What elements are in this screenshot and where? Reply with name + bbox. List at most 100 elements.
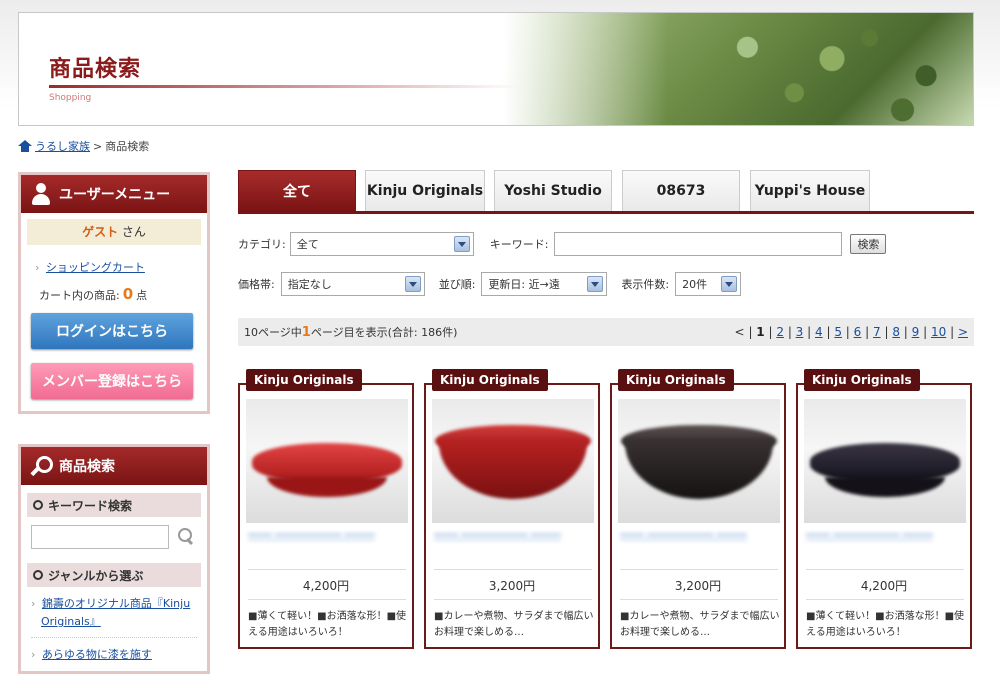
page-4[interactable]: 4 [815,325,823,339]
count-label: 表示件数: [621,278,670,291]
product-price: 4,200円 [302,579,350,593]
cart-count-unit: 点 [136,289,148,302]
shop-tabs: 全て Kinju Originals Yoshi Studio 08673 Yu… [238,170,974,214]
chevron-down-icon [404,276,421,292]
genre-section-header: ジャンルから選ぶ [27,563,201,587]
product-search-title: 商品検索 [59,459,115,475]
title-underline [49,85,519,88]
keyword-section-header: キーワード検索 [27,493,201,517]
page-6[interactable]: 6 [854,325,862,339]
guest-suffix: さん [121,225,146,239]
page-2[interactable]: 2 [776,325,784,339]
pager-text-post: ページ目を表示(合計: 186件) [310,326,458,339]
filter-row-1: カテゴリ: 全て キーワード: 検索 [238,232,887,256]
sort-select[interactable]: 更新日: 近→遠 [481,272,608,296]
search-icon [31,456,53,476]
shopping-cart-link[interactable]: ショッピングカート [46,261,145,274]
product-name-link[interactable]: ━━━━ ━━━━━━━━━━━ ━━━━━ [434,527,592,563]
card-divider [434,569,592,570]
count-value: 20件 [682,278,708,291]
login-button[interactable]: ログインはこちら [31,313,193,349]
product-image[interactable] [804,399,966,523]
tab-kinju-originals[interactable]: Kinju Originals [365,170,485,211]
sidebar-keyword-row [31,525,207,549]
shop-tag: Kinju Originals [432,369,548,391]
chevron-down-icon [721,276,738,292]
bowl-base [439,439,587,499]
breadcrumb-separator: > [93,139,103,153]
genre-divider [31,637,197,638]
product-description: ■カレーや煮物、サラダまで幅広いお料理で楽しめる… [620,611,780,638]
price-label: 価格帯: [238,278,275,291]
count-select[interactable]: 20件 [675,272,742,296]
page-10[interactable]: 10 [931,325,946,339]
breadcrumb-home-link[interactable]: うるし家族 [35,138,90,154]
price-select[interactable]: 指定なし [280,272,425,296]
product-description: ■薄くて軽い！■お洒落な形！■使える用途はいろいろ！ [248,611,407,638]
product-card[interactable]: Kinju Originals ━━━━ ━━━━━━━━━━━ ━━━━━ 3… [424,369,600,649]
banner-leaves-image [503,13,973,125]
product-name-link[interactable]: ━━━━ ━━━━━━━━━━━ ━━━━━ [620,527,778,563]
keyword-section-title: キーワード検索 [48,498,133,513]
bowl-base [267,477,387,497]
card-divider [248,569,406,570]
search-button[interactable]: 検索 [850,234,887,254]
page-3[interactable]: 3 [796,325,804,339]
product-image[interactable] [246,399,408,523]
page-7[interactable]: 7 [873,325,881,339]
user-menu-box: ユーザーメニュー ゲスト さん ショッピングカート カート内の商品:0点 ログイ… [18,172,210,414]
filter-row-2: 価格帯: 指定なし 並び順: 更新日: 近→遠 表示件数: 20件 [238,272,742,296]
tab-yoshi-studio[interactable]: Yoshi Studio [494,170,612,211]
pagination-prev: < [734,325,745,339]
tab-yuppis-house[interactable]: Yuppi's House [750,170,870,211]
product-image[interactable] [432,399,594,523]
pagination-next[interactable]: > [958,325,968,339]
sidebar-keyword-input[interactable] [31,525,169,549]
sort-value: 更新日: 近→遠 [488,278,560,291]
page-5[interactable]: 5 [834,325,842,339]
sidebar-search-icon[interactable] [175,528,193,546]
product-description: ■薄くて軽い！■お洒落な形！■使える用途はいろいろ！ [806,611,965,638]
keyword-input[interactable] [554,232,843,256]
circle-bullet-icon [33,570,43,580]
chevron-down-icon [453,236,470,252]
tab-08673[interactable]: 08673 [622,170,740,211]
product-card[interactable]: Kinju Originals ━━━━ ━━━━━━━━━━━ ━━━━━ 4… [796,369,972,649]
card-divider [620,599,778,600]
pager-current-page: 1 [301,324,311,340]
card-divider [806,599,964,600]
register-button[interactable]: メンバー登録はこちら [31,363,193,399]
tab-all[interactable]: 全て [238,170,356,211]
sort-label: 並び順: [438,278,476,291]
shop-tag: Kinju Originals [246,369,362,391]
pager-text-pre: 10ページ中 [244,326,302,339]
bowl-base [625,439,773,499]
product-name-link[interactable]: ━━━━ ━━━━━━━━━━━ ━━━━━ [248,527,406,563]
user-menu-title: ユーザーメニュー [59,187,171,203]
product-card[interactable]: Kinju Originals ━━━━ ━━━━━━━━━━━ ━━━━━ 3… [610,369,786,649]
price-value: 指定なし [287,278,332,291]
shop-tag: Kinju Originals [618,369,734,391]
cart-count-label: カート内の商品: [39,289,120,302]
user-icon [31,183,51,205]
page-9[interactable]: 9 [912,325,920,339]
shop-tag: Kinju Originals [804,369,920,391]
product-name-link[interactable]: ━━━━ ━━━━━━━━━━━ ━━━━━ [806,527,964,563]
breadcrumb-current: 商品検索 [105,140,150,153]
product-card[interactable]: Kinju Originals ━━━━ ━━━━━━━━━━━ ━━━━━ 4… [238,369,414,649]
genre-link-kinju[interactable]: 錦壽のオリジナル商品『Kinju Originals』 [41,597,190,628]
cart-count-row: カート内の商品: 0 点 [39,285,207,303]
result-pager-bar: 10ページ中 1 ページ目を表示(合計: 186件) < | 1 | 2 | 3 |… [238,318,974,346]
product-price: 4,200円 [860,579,908,593]
category-label: カテゴリ: [238,238,286,251]
home-icon[interactable] [18,140,32,152]
genre-link-urushi[interactable]: あらゆる物に漆を施す [42,648,152,661]
product-price: 3,200円 [488,579,536,593]
category-select[interactable]: 全て [289,232,474,256]
page-1: 1 [756,325,765,339]
card-divider [620,569,778,570]
guest-name: ゲスト [82,225,119,239]
chevron-down-icon [587,276,604,292]
product-image[interactable] [618,399,780,523]
page-8[interactable]: 8 [892,325,900,339]
